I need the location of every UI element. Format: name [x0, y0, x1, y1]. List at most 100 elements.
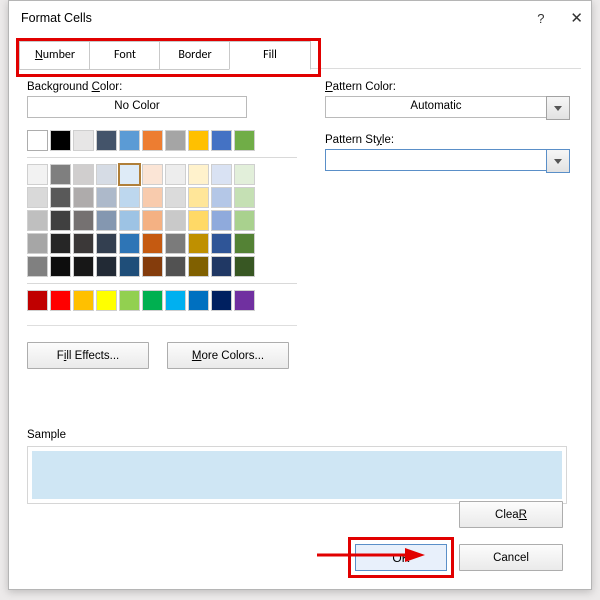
- color-swatch[interactable]: [142, 187, 163, 208]
- tab-font[interactable]: Font: [89, 41, 161, 70]
- color-swatch[interactable]: [165, 164, 186, 185]
- clear-button[interactable]: CleaR: [459, 501, 563, 528]
- color-swatch[interactable]: [188, 233, 209, 254]
- color-swatch[interactable]: [188, 210, 209, 231]
- left-column: Background Color: No Color Fill Effects.…: [27, 81, 297, 369]
- color-swatch[interactable]: [73, 290, 94, 311]
- annotation-arrow: [317, 545, 427, 565]
- color-swatch[interactable]: [165, 256, 186, 277]
- color-swatch[interactable]: [96, 164, 117, 185]
- color-swatch[interactable]: [27, 210, 48, 231]
- sample-group: Sample: [27, 429, 567, 504]
- color-swatch[interactable]: [50, 187, 71, 208]
- color-swatch[interactable]: [211, 187, 232, 208]
- color-swatch[interactable]: [234, 187, 255, 208]
- cancel-button[interactable]: Cancel: [459, 544, 563, 571]
- color-swatch[interactable]: [211, 210, 232, 231]
- color-swatch[interactable]: [50, 210, 71, 231]
- color-swatch[interactable]: [234, 290, 255, 311]
- more-colors-button[interactable]: More Colors...: [167, 342, 289, 369]
- color-swatch[interactable]: [142, 290, 163, 311]
- color-swatch[interactable]: [211, 233, 232, 254]
- no-color-button[interactable]: No Color: [27, 96, 247, 118]
- color-swatch[interactable]: [211, 290, 232, 311]
- color-swatch[interactable]: [73, 233, 94, 254]
- color-swatch[interactable]: [119, 256, 140, 277]
- tab-fill[interactable]: Fill: [229, 41, 311, 70]
- color-swatch[interactable]: [165, 210, 186, 231]
- color-swatch[interactable]: [142, 130, 163, 151]
- color-swatch[interactable]: [119, 130, 140, 151]
- color-swatch[interactable]: [50, 164, 71, 185]
- chevron-down-icon: [554, 106, 562, 111]
- close-icon[interactable]: ✕: [570, 9, 583, 27]
- color-swatch[interactable]: [188, 290, 209, 311]
- sample-preview: [32, 451, 562, 499]
- color-swatch[interactable]: [96, 130, 117, 151]
- format-cells-dialog: Format Cells ? ✕ Number Font Border Fill…: [8, 0, 592, 590]
- color-swatch[interactable]: [234, 164, 255, 185]
- color-swatch[interactable]: [119, 290, 140, 311]
- color-swatch[interactable]: [165, 187, 186, 208]
- color-swatch[interactable]: [73, 187, 94, 208]
- color-swatch[interactable]: [50, 290, 71, 311]
- color-swatch[interactable]: [188, 130, 209, 151]
- color-swatch[interactable]: [234, 130, 255, 151]
- tab-border[interactable]: Border: [159, 41, 231, 70]
- titlebar: Format Cells ? ✕: [9, 1, 591, 35]
- color-swatch[interactable]: [96, 290, 117, 311]
- help-icon[interactable]: ?: [537, 11, 544, 26]
- pattern-color-label: Pattern Color:: [325, 81, 570, 93]
- color-swatch[interactable]: [188, 256, 209, 277]
- pattern-style-dropdown[interactable]: [546, 149, 570, 173]
- color-swatch[interactable]: [119, 187, 140, 208]
- color-swatch[interactable]: [73, 130, 94, 151]
- color-swatch[interactable]: [188, 164, 209, 185]
- color-swatch[interactable]: [96, 187, 117, 208]
- color-swatch[interactable]: [142, 233, 163, 254]
- color-swatch[interactable]: [211, 130, 232, 151]
- color-palette: [27, 130, 297, 326]
- color-swatch[interactable]: [50, 256, 71, 277]
- color-swatch[interactable]: [96, 210, 117, 231]
- color-swatch[interactable]: [234, 256, 255, 277]
- pattern-color-dropdown[interactable]: [546, 96, 570, 120]
- color-swatch[interactable]: [188, 187, 209, 208]
- fill-effects-button[interactable]: Fill Effects...: [27, 342, 149, 369]
- color-swatch[interactable]: [142, 164, 163, 185]
- color-swatch[interactable]: [27, 164, 48, 185]
- color-swatch[interactable]: [27, 256, 48, 277]
- chevron-down-icon: [554, 159, 562, 164]
- color-swatch[interactable]: [165, 233, 186, 254]
- color-swatch[interactable]: [165, 290, 186, 311]
- color-swatch[interactable]: [211, 256, 232, 277]
- tab-strip: Number Font Border Fill: [19, 41, 581, 69]
- pattern-style-label: Pattern Style:: [325, 134, 570, 146]
- color-swatch[interactable]: [96, 256, 117, 277]
- color-swatch[interactable]: [119, 233, 140, 254]
- background-color-label: Background Color:: [27, 81, 297, 93]
- color-swatch[interactable]: [142, 210, 163, 231]
- tab-number[interactable]: Number: [19, 41, 91, 70]
- sample-label: Sample: [27, 429, 567, 441]
- color-swatch[interactable]: [50, 233, 71, 254]
- color-swatch[interactable]: [211, 164, 232, 185]
- color-swatch[interactable]: [165, 130, 186, 151]
- color-swatch[interactable]: [73, 256, 94, 277]
- color-swatch[interactable]: [234, 210, 255, 231]
- pattern-color-select[interactable]: Automatic: [325, 96, 547, 118]
- color-swatch[interactable]: [119, 210, 140, 231]
- color-swatch[interactable]: [142, 256, 163, 277]
- color-swatch[interactable]: [119, 164, 140, 185]
- color-swatch[interactable]: [96, 233, 117, 254]
- color-swatch[interactable]: [73, 210, 94, 231]
- color-swatch[interactable]: [27, 290, 48, 311]
- color-swatch[interactable]: [234, 233, 255, 254]
- color-swatch[interactable]: [27, 233, 48, 254]
- color-swatch[interactable]: [27, 187, 48, 208]
- pattern-style-select[interactable]: [325, 149, 547, 171]
- color-swatch[interactable]: [73, 164, 94, 185]
- right-column: Pattern Color: Automatic Pattern Style:: [325, 81, 570, 173]
- color-swatch[interactable]: [50, 130, 71, 151]
- no-fill-swatch[interactable]: [27, 130, 48, 151]
